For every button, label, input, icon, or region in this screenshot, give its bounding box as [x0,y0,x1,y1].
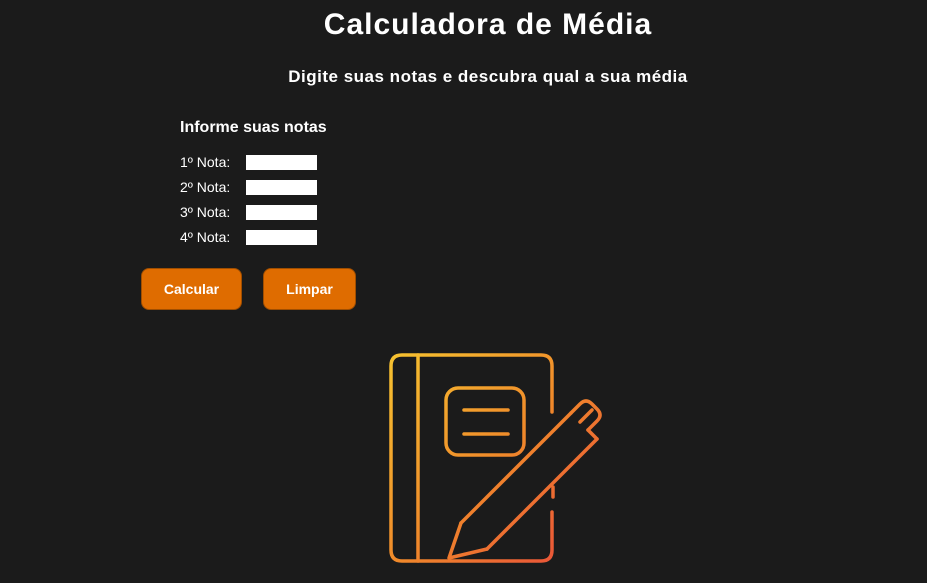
page-title: Calculadora de Média [323,8,653,41]
grade-row-3: 3º Nota: [180,204,317,220]
notebook-pencil-icon [389,353,602,563]
grade-label-2: 2º Nota: [180,179,231,195]
grade-row-4: 4º Nota: [180,229,317,245]
form-heading: Informe suas notas [180,119,327,136]
calculate-button[interactable]: Calcular [141,268,242,310]
page: Calculadora de Média Digite suas notas e… [0,0,927,583]
grade-label-1: 1º Nota: [180,154,231,170]
grade-input-4[interactable] [246,229,317,245]
grade-input-3[interactable] [246,204,317,220]
page-subtitle: Digite suas notas e descubra qual a sua … [288,67,688,86]
grade-label-3: 3º Nota: [180,204,231,220]
grade-input-1[interactable] [246,154,317,170]
grade-row-1: 1º Nota: [180,154,317,170]
grade-label-4: 4º Nota: [180,229,231,245]
grade-input-2[interactable] [246,179,317,195]
grade-row-2: 2º Nota: [180,179,317,195]
clear-button[interactable]: Limpar [263,268,356,310]
